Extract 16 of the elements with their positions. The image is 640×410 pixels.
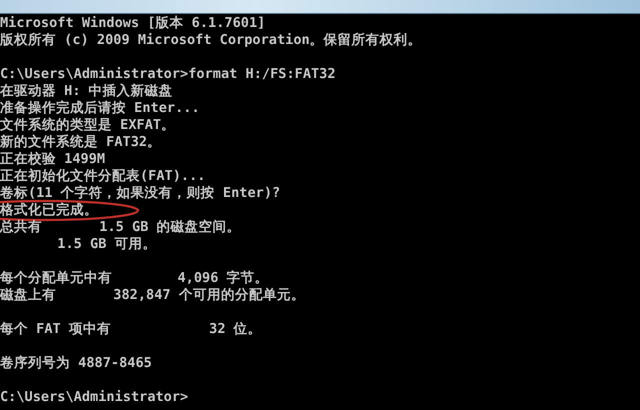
console-line: 在驱动器 H: 中插入新磁盘 [0, 83, 173, 99]
console-line: 磁盘上有 382,847 个可用的分配单元。 [0, 287, 305, 303]
console-line: 新的文件系统是 FAT32。 [0, 134, 162, 150]
console-line: 每个分配单元中有 4,096 字节。 [0, 270, 269, 286]
console-line: 正在初始化文件分配表(FAT)... [0, 168, 206, 184]
console-line: 版权所有 (c) 2009 Microsoft Corporation。保留所有权利。 [0, 32, 422, 48]
console-line: 卷标(11 个字符，如果没有，则按 Enter)? [0, 185, 280, 201]
console-line: 正在校验 1499M [0, 151, 106, 167]
console-line: 文件系统的类型是 EXFAT。 [0, 117, 176, 133]
console-line: 卷序列号为 4887-8465 [0, 355, 152, 371]
console-line: 1.5 GB 可用。 [56, 236, 157, 252]
console-line: C:\Users\Administrator> [0, 389, 188, 405]
console-line: 每个 FAT 项中有 32 位。 [0, 321, 262, 337]
console-line: C:\Users\Administrator>format H:/FS:FAT32 [0, 66, 336, 82]
console-line: Microsoft Windows [版本 6.1.7601] [0, 15, 266, 31]
console-line: 准备操作完成后请按 Enter... [0, 100, 200, 116]
